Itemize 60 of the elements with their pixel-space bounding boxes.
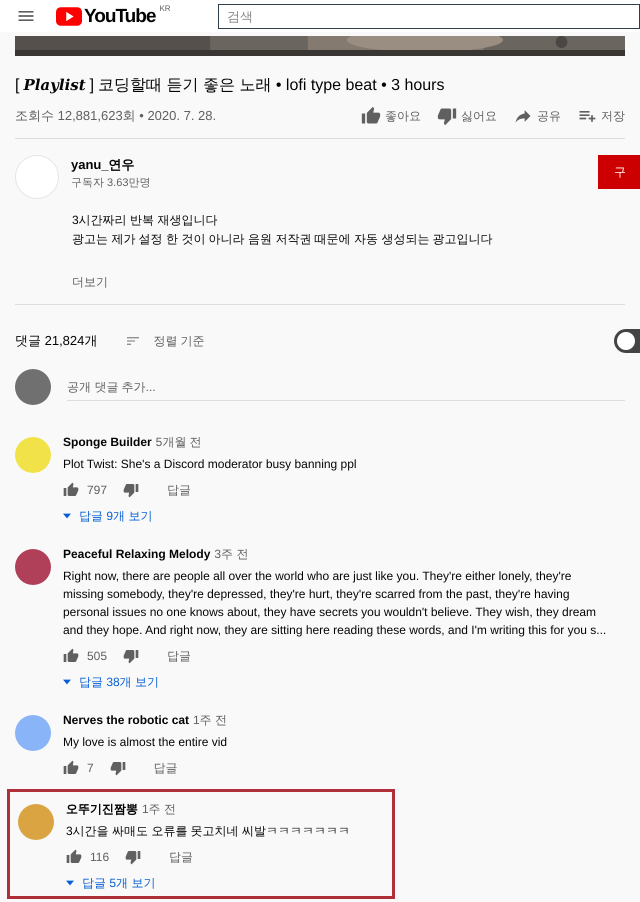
more-link[interactable]: 더보기 (72, 273, 108, 292)
thumbs-up-icon[interactable] (63, 760, 79, 776)
user-avatar (15, 369, 51, 405)
comment-text: 3시간을 싸매도 오류를 못고치네 씨발ㅋㅋㅋㅋㅋㅋㅋ (66, 823, 350, 840)
thumbs-down-icon[interactable] (110, 760, 126, 776)
logo-icon[interactable] (56, 6, 82, 26)
comment-time: 5개월 전 (156, 434, 202, 451)
thumbs-up-icon (361, 106, 381, 126)
like-count: 7 (87, 760, 94, 777)
logo-text[interactable]: YouTube (84, 6, 156, 26)
action-button[interactable]: 싫어요 (437, 106, 497, 126)
thumbs-down-icon[interactable] (125, 849, 142, 865)
action-button[interactable]: 공유 (513, 106, 561, 126)
comment-author[interactable]: Nerves the robotic cat (63, 711, 190, 729)
like-count: 505 (87, 648, 108, 665)
comment-author[interactable]: Sponge Builder (63, 433, 152, 451)
thumbs-down-icon[interactable] (123, 482, 140, 498)
like-count: 116 (90, 849, 110, 866)
thumbs-down-icon (437, 106, 457, 126)
thumbs-up-icon[interactable] (63, 648, 79, 664)
comment-count: 댓글 21,824개 (15, 332, 98, 350)
comment-input[interactable]: 공개 댓글 추가... (67, 374, 625, 400)
action-button[interactable]: 저장 (577, 106, 625, 126)
view-replies-link[interactable]: 답글 9개 보기 (63, 507, 357, 525)
comment-text: Plot Twist: She's a Discord moderator busy banning ppl (63, 456, 357, 473)
view-count: 조회수 12,881,623회 • 2020. 7. 28. (15, 107, 216, 126)
comment-time: 1주 전 (142, 801, 176, 818)
toggle-switch[interactable] (614, 329, 640, 353)
bracket: ] (90, 76, 94, 96)
comment-time: 1주 전 (193, 712, 228, 729)
action-button[interactable]: 좋아요 (361, 106, 421, 126)
thumbs-down-icon[interactable] (123, 648, 140, 664)
reply-button[interactable]: 답글 (167, 481, 192, 499)
subscriber-count: 구독자 3.63만명 (71, 176, 150, 190)
reply-button[interactable]: 답글 (167, 647, 192, 665)
view-replies-link[interactable]: 답글 38개 보기 (63, 673, 609, 691)
region-label: KR (159, 2, 171, 14)
subscribe-button[interactable]: 구 (598, 155, 640, 189)
sort-button[interactable]: 정렬 기준 (125, 332, 205, 350)
video-title: 코딩할때 듣기 좋은 노래 • lofi type beat • 3 hours (98, 76, 445, 96)
bracket: [ (15, 76, 20, 96)
comment-text: My love is almost the entire vid (63, 734, 228, 751)
comment-author[interactable]: 오뚜기진짬뽕 (66, 800, 138, 818)
caret-icon (66, 880, 74, 886)
comment-time: 3주 전 (214, 546, 248, 563)
title-tag: Playlist (23, 74, 86, 96)
search-field[interactable]: 검색 (218, 4, 640, 28)
channel-name[interactable]: yanu_연우 (71, 155, 150, 174)
description-line: 3시간짜리 반복 재생입니다 (72, 212, 218, 229)
description-line: 광고는 제가 설정 한 것이 아니라 음원 저작권 때문에 자동 생성되는 광고입니다 (72, 231, 494, 248)
caret-icon (63, 513, 71, 519)
reply-button[interactable]: 답글 (169, 848, 194, 866)
view-replies-link[interactable]: 답글 5개 보기 (66, 874, 350, 892)
thumbs-up-icon[interactable] (63, 482, 79, 498)
like-count: 797 (87, 482, 108, 499)
thumbs-up-icon[interactable] (66, 849, 82, 865)
caret-icon (63, 679, 71, 685)
reply-button[interactable]: 답글 (154, 759, 178, 777)
comment-text: Right now, there are people all over the world who are just like you. They're either lonely, they're missing somebody, they're depressed, they're hurt, they're scarred from the past, they're having personal issues no one knows about, they have secrets you wouldn't believe. They wish, they dream and they hope. And right now, they are sitting here reading these words, and I'm writing this for you s... (63, 568, 608, 639)
comment-author[interactable]: Peaceful Relaxing Melody (63, 545, 210, 563)
